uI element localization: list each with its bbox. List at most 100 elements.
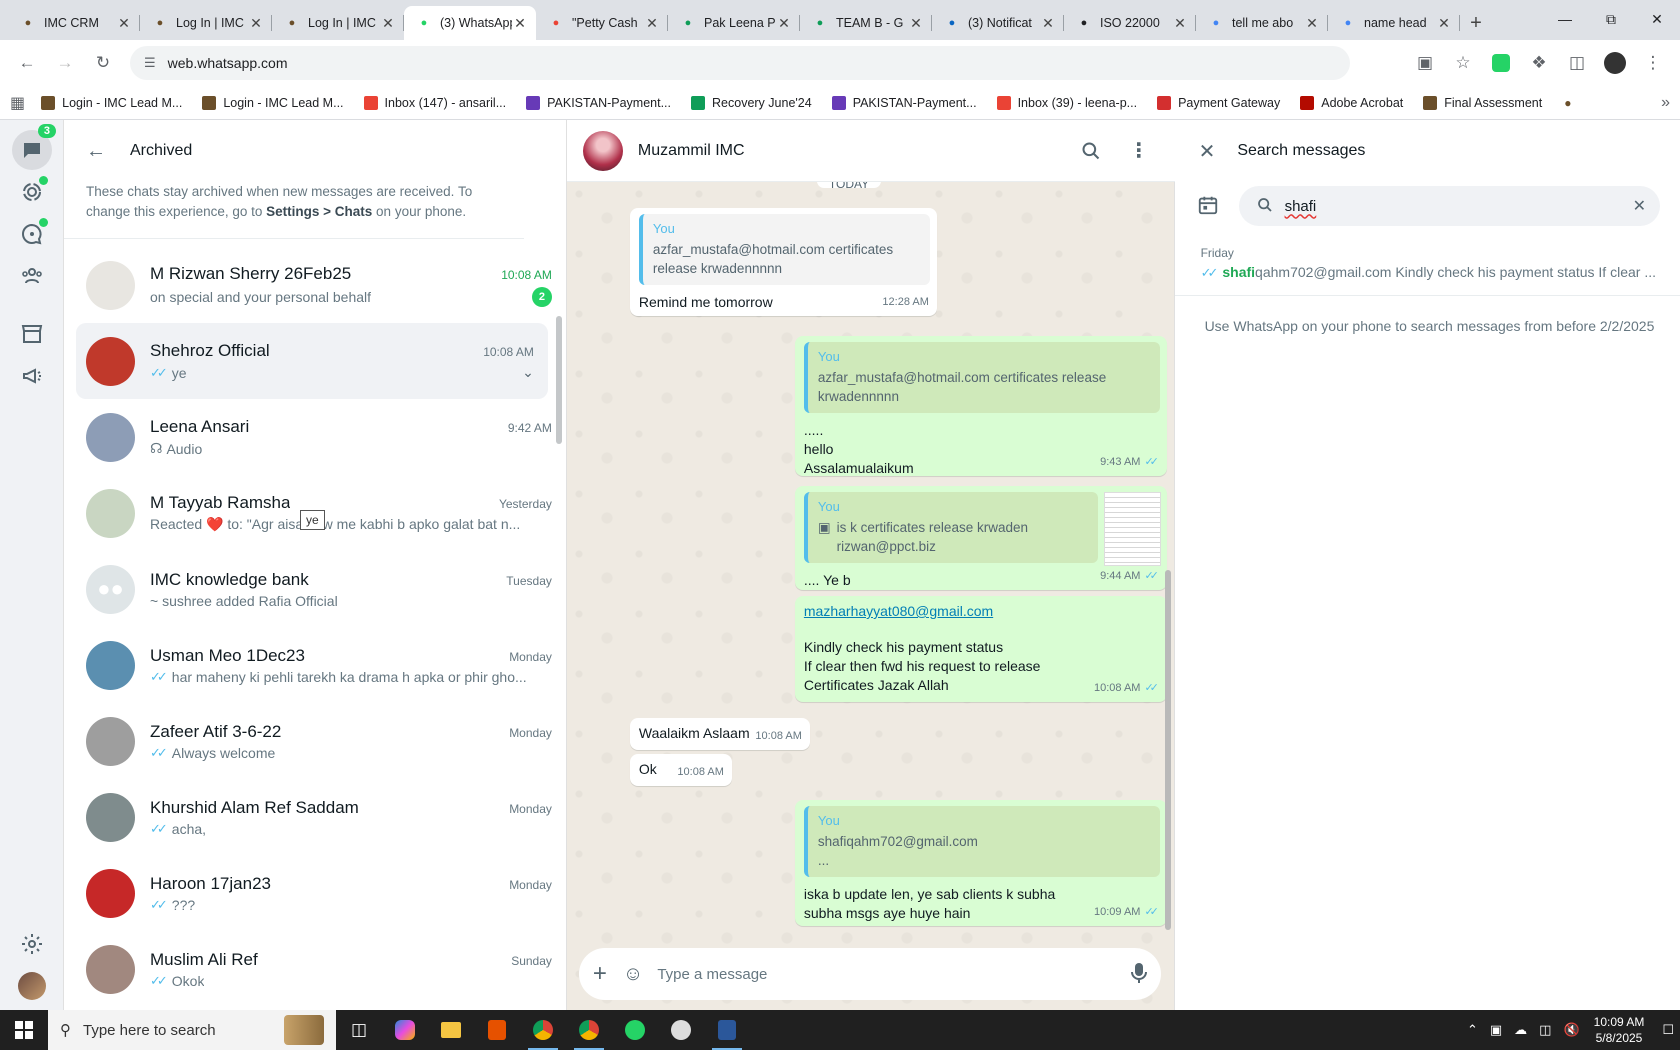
browser-tab[interactable]: ● ISO 22000 ✕ [1064, 6, 1196, 40]
settings-nav-button[interactable] [12, 924, 52, 964]
chevron-down-icon[interactable]: ⌄ [522, 364, 534, 381]
chat-list-item[interactable]: Haroon 17jan23 Monday ✓✓??? [64, 855, 566, 931]
reload-icon[interactable]: ↻ [87, 47, 119, 79]
taskbar-clock[interactable]: 10:09 AM 5/8/2025 [1594, 1014, 1645, 1046]
task-view-icon[interactable]: ◫ [336, 1010, 382, 1050]
app-icon[interactable] [658, 1010, 704, 1050]
browser-tab[interactable]: ● TEAM B - G ✕ [800, 6, 932, 40]
apps-grid-icon[interactable]: ▦ [10, 93, 25, 113]
app-icon[interactable] [474, 1010, 520, 1050]
message-bubble[interactable]: You azfar_mustafa@hotmail.com certificate… [794, 336, 1167, 476]
channels-nav-button[interactable] [12, 214, 52, 254]
chrome-icon[interactable] [566, 1010, 612, 1050]
chevron-up-icon[interactable]: ⌃ [1467, 1022, 1478, 1038]
forward-icon[interactable]: → [49, 47, 81, 79]
site-info-icon[interactable]: ☰ [144, 55, 156, 71]
quoted-message[interactable]: You azfar_mustafa@hotmail.com certificate… [638, 214, 930, 285]
taskbar-search[interactable]: ⚲ Type here to search [48, 1010, 336, 1050]
profile-icon[interactable] [1599, 47, 1631, 79]
message-bubble[interactable]: Waalaikm Aslaam 10:08 AM [629, 718, 810, 750]
email-link[interactable]: mazharhayyat080@gmail.com [804, 602, 1160, 621]
attach-plus-icon[interactable]: + [593, 960, 607, 988]
tab-close-icon[interactable]: ✕ [248, 15, 264, 32]
calendar-icon[interactable] [1197, 194, 1219, 219]
side-panel-icon[interactable]: ◫ [1561, 47, 1593, 79]
quoted-message[interactable]: You shafiqahm702@gmail.com... [803, 806, 1160, 877]
minimize-icon[interactable]: — [1542, 0, 1588, 38]
install-app-icon[interactable]: ▣ [1409, 47, 1441, 79]
chat-list-item[interactable]: Zafeer Atif 3-6-22 Monday ✓✓ Always welcome [64, 703, 566, 779]
back-icon[interactable]: ← [11, 47, 43, 79]
conversation-scrollbar[interactable] [1164, 570, 1171, 930]
status-nav-button[interactable] [12, 172, 52, 212]
chat-list-item[interactable]: Khurshid Alam Ref Saddam Monday ✓✓ acha, [64, 779, 566, 855]
browser-menu-icon[interactable]: ⋮ [1637, 47, 1669, 79]
menu-kebab-icon[interactable]: ⋮ [1119, 131, 1159, 171]
windows-start-icon[interactable] [0, 1010, 48, 1050]
business-tools-nav-button[interactable] [12, 314, 52, 354]
browser-tab[interactable]: ● Pak Leena P ✕ [668, 6, 800, 40]
chat-list-item[interactable]: M Rizwan Sherry 26Feb25 10:08 AM on specia… [64, 247, 566, 323]
message-bubble[interactable]: You shafiqahm702@gmail.com... iska b upda… [794, 800, 1167, 926]
file-explorer-icon[interactable] [428, 1010, 474, 1050]
tab-close-icon[interactable]: ✕ [908, 15, 924, 32]
search-icon[interactable] [1071, 131, 1111, 171]
whatsapp-icon[interactable] [612, 1010, 658, 1050]
bookmark-item[interactable]: PAKISTAN-Payment... [526, 95, 671, 110]
image-thumbnail[interactable] [1103, 492, 1161, 566]
tab-close-icon[interactable]: ✕ [512, 15, 528, 32]
volume-muted-icon[interactable]: 🔇 [1563, 1022, 1579, 1038]
clear-search-icon[interactable]: ✕ [1633, 196, 1646, 216]
message-bubble[interactable]: You ▣ is k certificates release krwaden ri… [794, 486, 1167, 590]
quoted-message[interactable]: You azfar_mustafa@hotmail.com certificate… [803, 342, 1160, 413]
tab-close-icon[interactable]: ✕ [644, 15, 660, 32]
new-tab-button[interactable]: + [1460, 6, 1492, 40]
back-arrow-icon[interactable]: ← [86, 140, 106, 163]
notifications-icon[interactable]: ☐ [1662, 1022, 1674, 1038]
whatsapp-extension-icon[interactable] [1485, 47, 1517, 79]
message-bubble[interactable]: Ok 10:08 AM [629, 754, 732, 786]
tab-close-icon[interactable]: ✕ [1172, 15, 1188, 32]
browser-tab[interactable]: ● Log In | IMC ✕ [272, 6, 404, 40]
bookmark-item[interactable]: Login - IMC Lead M... [202, 95, 344, 110]
restore-icon[interactable]: ⧉ [1588, 0, 1634, 38]
chat-list-item[interactable]: Muslim Ali Ref Sunday ✓✓ Okok [64, 931, 566, 1007]
profile-avatar[interactable] [18, 972, 46, 1000]
search-input[interactable]: shafi ✕ [1238, 186, 1660, 226]
bookmark-item[interactable]: Payment Gateway [1157, 95, 1280, 110]
tab-close-icon[interactable]: ✕ [380, 15, 396, 32]
search-result-item[interactable]: Friday ✓✓ shafiqahm702@gmail.com Kindly c… [1174, 230, 1680, 296]
address-bar[interactable]: ☰ web.whatsapp.com [130, 46, 1350, 80]
close-window-icon[interactable]: ✕ [1634, 0, 1680, 38]
message-bubble[interactable]: mazharhayyat080@gmail.com Kindly check h… [794, 596, 1167, 702]
sticker-icon[interactable]: ☺ [623, 963, 643, 986]
browser-tab[interactable]: ● "Petty Cash ✕ [536, 6, 668, 40]
message-bubble[interactable]: You azfar_mustafa@hotmail.com certificate… [629, 208, 937, 316]
microphone-icon[interactable] [1130, 962, 1147, 987]
network-icon[interactable]: ◫ [1539, 1022, 1551, 1038]
copilot-icon[interactable] [382, 1010, 428, 1050]
bookmark-item[interactable]: Recovery June'24 [691, 95, 812, 110]
tab-close-icon[interactable]: ✕ [1436, 15, 1452, 32]
browser-tab[interactable]: ● Log In | IMC ✕ [140, 6, 272, 40]
tab-close-icon[interactable]: ✕ [116, 15, 132, 32]
chat-list-item[interactable]: Leena Ansari 9:42 AM ☊ Audio [64, 399, 566, 475]
word-icon[interactable] [704, 1010, 750, 1050]
imc-icon[interactable]: ● [1564, 96, 1571, 110]
chats-nav-button[interactable]: 3 [12, 124, 56, 170]
contact-avatar[interactable] [582, 130, 623, 171]
browser-tab[interactable]: ● tell me abo ✕ [1196, 6, 1328, 40]
browser-tab[interactable]: ● name head ✕ [1328, 6, 1460, 40]
chat-list-item[interactable]: Usman Meo 1Dec23 Monday ✓✓ har maheny ki pe… [64, 627, 566, 703]
tab-close-icon[interactable]: ✕ [776, 15, 792, 32]
onedrive-icon[interactable]: ☁ [1514, 1022, 1527, 1038]
browser-tab[interactable]: ● (3) Notificat ✕ [932, 6, 1064, 40]
extensions-icon[interactable]: ❖ [1523, 47, 1555, 79]
tab-close-icon[interactable]: ✕ [1040, 15, 1056, 32]
meet-icon[interactable]: ▣ [1490, 1022, 1502, 1038]
chrome-icon[interactable] [520, 1010, 566, 1050]
bookmark-item[interactable]: Login - IMC Lead M... [41, 95, 182, 110]
close-icon[interactable]: ✕ [1199, 139, 1216, 164]
more-bookmarks-icon[interactable]: » [1661, 94, 1670, 112]
bookmark-star-icon[interactable]: ☆ [1447, 47, 1479, 79]
